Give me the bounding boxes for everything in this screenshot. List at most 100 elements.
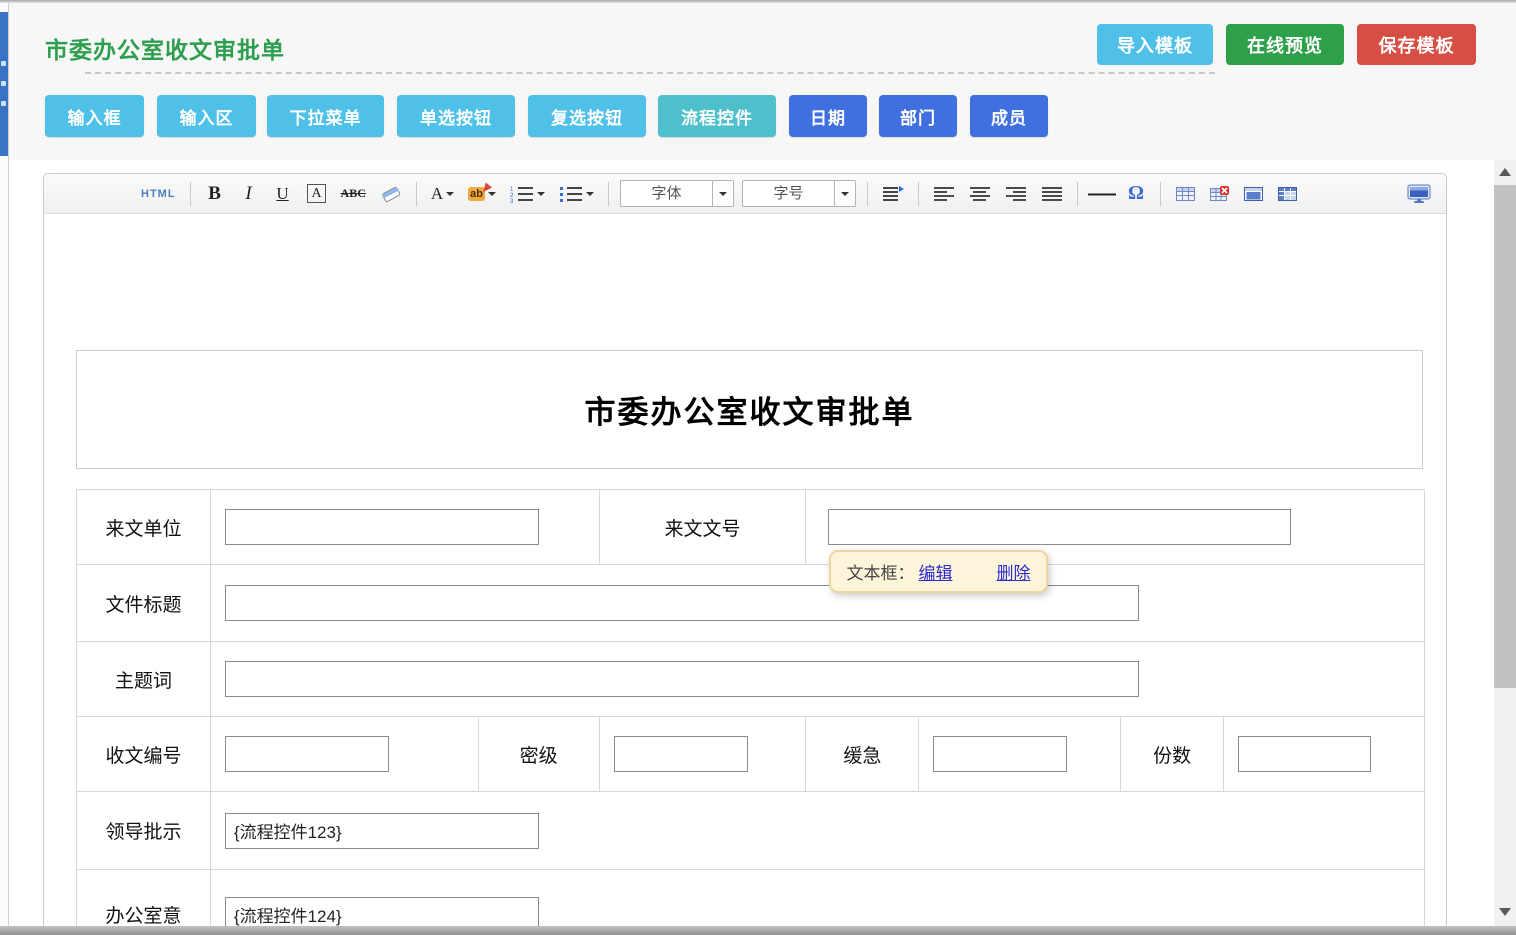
svg-text:3: 3 [510,199,514,203]
vertical-scrollbar[interactable] [1494,160,1516,926]
special-char-button[interactable]: Ω [1123,179,1149,209]
label-copies: 份数 [1121,717,1224,792]
subject-words-input[interactable] [225,661,1139,697]
toolbar-separator [1077,182,1078,206]
font-color-icon: A [431,184,443,204]
toolbar-separator [918,182,919,206]
align-center-icon [969,185,991,203]
font-size-arrow-button[interactable] [834,181,855,206]
tooltip-edit-link[interactable]: 编辑 [919,559,953,584]
incoming-unit-input[interactable] [225,509,539,545]
toolbox-textarea-button[interactable]: 输入区 [157,95,256,137]
caret-down-icon [488,192,496,196]
secrecy-level-input[interactable] [614,736,748,772]
background-window-strip [0,3,9,935]
strikethrough-button[interactable]: ABC [338,179,369,209]
font-color-button[interactable]: A [428,179,457,209]
urgency-input[interactable] [933,736,1067,772]
toolbox-radio-button[interactable]: 单选按钮 [397,95,515,137]
char-style-button[interactable]: A [304,179,330,209]
form-table: 来文单位 来文文号 文件标题 [76,489,1425,935]
html-source-button[interactable]: HTML [138,179,179,209]
copies-input[interactable] [1238,736,1371,772]
document-title-block[interactable]: 市委办公室收文审批单 [76,350,1423,469]
bold-button[interactable]: B [202,179,228,209]
window-bottom-edge [0,926,1516,935]
import-template-button[interactable]: 导入模板 [1097,24,1213,65]
cell-document-title [211,565,1425,642]
caret-down-icon [586,192,594,196]
table-row: 来文单位 来文文号 [77,490,1425,565]
tooltip-delete-link[interactable]: 删除 [997,559,1031,584]
toolbox-input-box-button[interactable]: 输入框 [45,95,144,137]
document-number-input[interactable] [828,509,1291,545]
header: 市委办公室收文审批单 导入模板 在线预览 保存模板 输入框 输入区 下拉菜单 单… [8,3,1516,160]
fullscreen-button[interactable] [1404,179,1434,209]
indent-button[interactable] [879,179,907,209]
highlight-icon: ab [468,187,485,201]
scrollbar-thumb[interactable] [1494,185,1516,688]
tooltip-label: 文本框： [847,559,915,584]
toolbox-member-button[interactable]: 成员 [970,95,1048,137]
fullscreen-monitor-icon [1407,184,1431,204]
dashed-divider [85,72,1215,74]
horizontal-rule-button[interactable]: — [1089,179,1115,209]
italic-icon: I [245,183,251,205]
align-left-button[interactable] [930,179,958,209]
align-justify-icon [1041,185,1063,203]
italic-button[interactable]: I [236,179,262,209]
caret-down-icon [841,192,849,196]
align-center-button[interactable] [966,179,994,209]
font-size-select[interactable]: 字号 [742,180,856,207]
ordered-list-icon: 1 2 3 [510,185,534,203]
table-props-button[interactable] [1274,179,1300,209]
html-source-icon: HTML [141,188,176,200]
underline-button[interactable]: U [270,179,296,209]
label-secrecy-level: 密级 [479,717,600,792]
receipt-number-input[interactable] [225,736,389,772]
toolbox-flow-control-button[interactable]: 流程控件 [658,95,776,137]
toolbox-date-button[interactable]: 日期 [789,95,867,137]
bold-icon: B [208,183,221,205]
background-window-glyph [1,81,6,86]
scroll-down-arrow-icon[interactable] [1499,908,1511,916]
align-right-button[interactable] [1002,179,1030,209]
toolbox-checkbox-button[interactable]: 复选按钮 [528,95,646,137]
toolbox-department-button[interactable]: 部门 [879,95,957,137]
cell-urgency [919,717,1121,792]
caret-down-icon [537,192,545,196]
toolbox-dropdown-button[interactable]: 下拉菜单 [267,95,384,137]
table-row: 收文编号 密级 缓急 份数 [77,717,1425,792]
align-right-icon [1005,185,1027,203]
insert-table-button[interactable] [1172,179,1198,209]
remove-format-button[interactable] [377,179,405,209]
label-receipt-number: 收文编号 [77,717,211,792]
highlight-color-button[interactable]: ab [465,179,499,209]
leader-comments-input[interactable] [225,813,539,849]
font-family-select[interactable]: 字体 [620,180,734,207]
font-family-value: 字体 [621,181,712,206]
editor-canvas[interactable]: 市委办公室收文审批单 来文单位 来文文号 文件标题 [44,214,1446,935]
table-row: 主题词 [77,642,1425,717]
label-incoming-unit: 来文单位 [77,490,211,565]
align-justify-button[interactable] [1038,179,1066,209]
window-top-edge [0,0,1516,3]
label-document-number: 来文文号 [600,490,807,565]
cell-copies [1224,717,1425,792]
delete-table-button[interactable] [1206,179,1232,209]
document-title: 市委办公室收文审批单 [585,387,915,432]
strikethrough-icon: ABC [341,186,366,201]
online-preview-button[interactable]: 在线预览 [1226,24,1344,65]
ordered-list-button[interactable]: 1 2 3 [507,179,548,209]
unordered-list-button[interactable] [556,179,597,209]
cell-leader-comments [211,792,1425,870]
toolbar-separator [416,182,417,206]
align-left-icon [933,185,955,203]
font-family-arrow-button[interactable] [712,181,733,206]
toolbar-separator [867,182,868,206]
scroll-up-arrow-icon[interactable] [1499,168,1511,176]
table-cell-props-button[interactable] [1240,179,1266,209]
eraser-icon [380,185,402,203]
save-template-button[interactable]: 保存模板 [1357,24,1476,65]
caret-down-icon [446,192,454,196]
